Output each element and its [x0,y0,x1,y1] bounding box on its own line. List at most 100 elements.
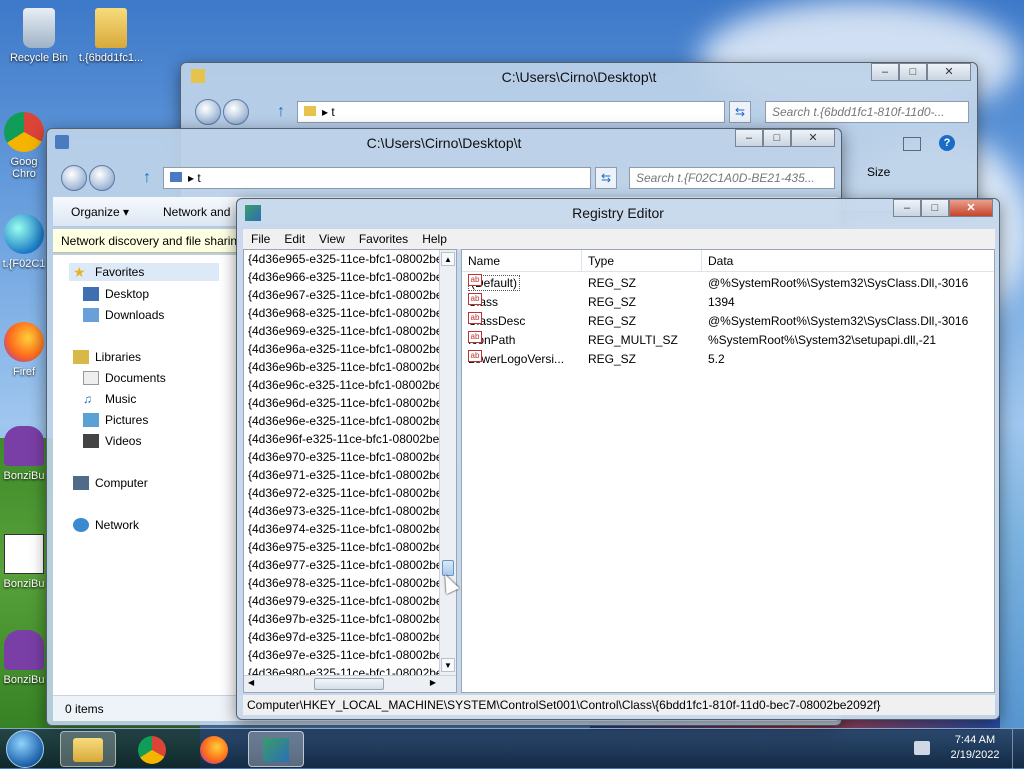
start-button[interactable] [6,730,44,768]
refresh-button[interactable]: ⇆ [729,101,751,123]
network-and-sharing-button[interactable]: Network and [163,205,230,219]
tree-key-item[interactable]: {4d36e96d-e325-11ce-bfc1-08002be1 [244,394,440,412]
desktop-icon-bonzi-1[interactable]: BonziBu [0,426,48,482]
firefox-icon [200,736,228,764]
tree-key-item[interactable]: {4d36e97d-e325-11ce-bfc1-08002be1 [244,628,440,646]
nav-libraries[interactable]: Libraries [73,350,141,364]
nav-documents[interactable]: Documents [83,371,166,385]
tree-key-item[interactable]: {4d36e96f-e325-11ce-bfc1-08002be1 [244,430,440,448]
forward-button[interactable] [223,99,249,125]
minimize-button[interactable]: – [871,63,899,81]
minimize-button[interactable]: – [735,129,763,147]
maximize-button[interactable]: □ [899,63,927,81]
scroll-right-icon[interactable]: ▶ [430,678,436,687]
value-row[interactable]: ab (Default) REG_SZ @%SystemRoot%\System32\… [462,274,994,293]
scrollbar-thumb[interactable] [314,678,384,690]
scroll-up-icon[interactable]: ▲ [441,252,455,266]
nav-computer[interactable]: Computer [73,476,148,490]
desktop-icon-firefox[interactable]: Firef [0,322,48,378]
network-tray-icon[interactable] [914,741,930,755]
column-header-data[interactable]: Data [702,250,992,272]
tree-key-item[interactable]: {4d36e966-e325-11ce-bfc1-08002be1 [244,268,440,286]
tree-vertical-scrollbar[interactable]: ▲ ▼ [439,250,456,676]
desktop-icon-network-folder[interactable]: t.{F02C1 [0,214,48,270]
tree-key-item[interactable]: {4d36e975-e325-11ce-bfc1-08002be1 [244,538,440,556]
desktop-icon-recycle-bin[interactable]: Recycle Bin [4,8,74,64]
tree-key-item[interactable]: {4d36e97b-e325-11ce-bfc1-08002be1 [244,610,440,628]
close-button[interactable]: ✕ [927,63,971,81]
tree-key-item[interactable]: {4d36e977-e325-11ce-bfc1-08002be1 [244,556,440,574]
nav-label: Music [105,392,137,406]
menu-help[interactable]: Help [422,232,447,246]
tree-key-item[interactable]: {4d36e96b-e325-11ce-bfc1-08002be1 [244,358,440,376]
column-header-size[interactable]: Size [867,165,890,179]
address-bar[interactable]: ▸ t [163,167,591,189]
tree-key-item[interactable]: {4d36e96a-e325-11ce-bfc1-08002be1 [244,340,440,358]
taskbar-chrome[interactable] [124,731,180,767]
tree-key-item[interactable]: {4d36e96c-e325-11ce-bfc1-08002be1 [244,376,440,394]
regedit-window[interactable]: Registry Editor – □ ✕ File Edit View Favori… [236,198,1000,720]
nav-music[interactable]: ♫ Music [83,392,136,406]
scroll-left-icon[interactable]: ◀ [248,678,254,687]
taskbar-firefox[interactable] [186,731,242,767]
value-row[interactable]: ab Class REG_SZ 1394 [462,293,994,312]
column-header-name[interactable]: Name [462,250,582,272]
tree-key-item[interactable]: {4d36e968-e325-11ce-bfc1-08002be1 [244,304,440,322]
search-input[interactable]: Search t.{6bdd1fc1-810f-11d0-... [765,101,969,123]
desktop-icon-bonzi-2[interactable]: BonziBu [0,534,48,590]
tree-key-item[interactable]: {4d36e967-e325-11ce-bfc1-08002be1 [244,286,440,304]
values-pane[interactable]: Name Type Data ab (Default) REG_SZ @%System… [461,249,995,693]
nav-videos[interactable]: Videos [83,434,141,448]
tree-key-item[interactable]: {4d36e971-e325-11ce-bfc1-08002be1 [244,466,440,484]
menu-view[interactable]: View [319,232,345,246]
value-row[interactable]: ab IconPath REG_MULTI_SZ %SystemRoot%\Syste… [462,331,994,350]
tree-key-item[interactable]: {4d36e979-e325-11ce-bfc1-08002be1 [244,592,440,610]
back-button[interactable] [195,99,221,125]
tree-key-item[interactable]: {4d36e965-e325-11ce-bfc1-08002be1 [244,250,440,268]
scroll-down-icon[interactable]: ▼ [441,658,455,672]
key-tree-pane[interactable]: {4d36e965-e325-11ce-bfc1-08002be1 {4d36e9… [243,249,457,693]
maximize-button[interactable]: □ [763,129,791,147]
search-input[interactable]: Search t.{F02C1A0D-BE21-435... [629,167,835,189]
up-arrow-icon[interactable]: ↑ [277,103,285,121]
tree-key-item[interactable]: {4d36e969-e325-11ce-bfc1-08002be1 [244,322,440,340]
tree-key-item[interactable]: {4d36e972-e325-11ce-bfc1-08002be1 [244,484,440,502]
nav-desktop[interactable]: Desktop [83,287,149,301]
help-icon[interactable]: ? [939,135,955,151]
back-button[interactable] [61,165,87,191]
column-header-type[interactable]: Type [582,250,702,272]
refresh-button[interactable]: ⇆ [595,167,617,189]
maximize-button[interactable]: □ [921,199,949,217]
close-button[interactable]: ✕ [949,199,993,217]
taskbar-regedit[interactable] [248,731,304,767]
address-bar[interactable]: ▸ t [297,101,725,123]
up-arrow-icon[interactable]: ↑ [143,169,151,187]
organize-button[interactable]: Organize ▾ [71,205,129,219]
tree-key-item[interactable]: {4d36e974-e325-11ce-bfc1-08002be1 [244,520,440,538]
tree-key-item[interactable]: {4d36e978-e325-11ce-bfc1-08002be1 [244,574,440,592]
value-row[interactable]: ab LowerLogoVersi... REG_SZ 5.2 [462,350,994,369]
tree-horizontal-scrollbar[interactable]: ◀ ▶ [244,675,456,692]
desktop-icon-bonzi-3[interactable]: BonziBu [0,630,48,686]
desktop-icon-chrome[interactable]: Goog Chro [0,112,48,180]
tree-key-item[interactable]: {4d36e97e-e325-11ce-bfc1-08002be1 [244,646,440,664]
nav-pictures[interactable]: Pictures [83,413,148,427]
show-desktop-button[interactable] [1012,729,1024,769]
minimize-button[interactable]: – [893,199,921,217]
nav-downloads[interactable]: Downloads [83,308,164,322]
tree-key-item[interactable]: {4d36e973-e325-11ce-bfc1-08002be1 [244,502,440,520]
desktop-icon-folder[interactable]: t.{6bdd1fc1... [76,8,146,64]
forward-button[interactable] [89,165,115,191]
menu-edit[interactable]: Edit [284,232,305,246]
nav-favorites[interactable]: ★ Favorites [69,263,219,281]
tree-key-item[interactable]: {4d36e96e-e325-11ce-bfc1-08002be1 [244,412,440,430]
clock[interactable]: 7:44 AM 2/19/2022 [940,733,1010,763]
tree-key-item[interactable]: {4d36e970-e325-11ce-bfc1-08002be1 [244,448,440,466]
menu-favorites[interactable]: Favorites [359,232,408,246]
nav-network[interactable]: Network [73,518,139,532]
value-row[interactable]: ab ClassDesc REG_SZ @%SystemRoot%\System32\… [462,312,994,331]
close-button[interactable]: ✕ [791,129,835,147]
taskbar-explorer[interactable] [60,731,116,767]
menu-file[interactable]: File [251,232,270,246]
preview-pane-icon[interactable] [903,137,921,151]
